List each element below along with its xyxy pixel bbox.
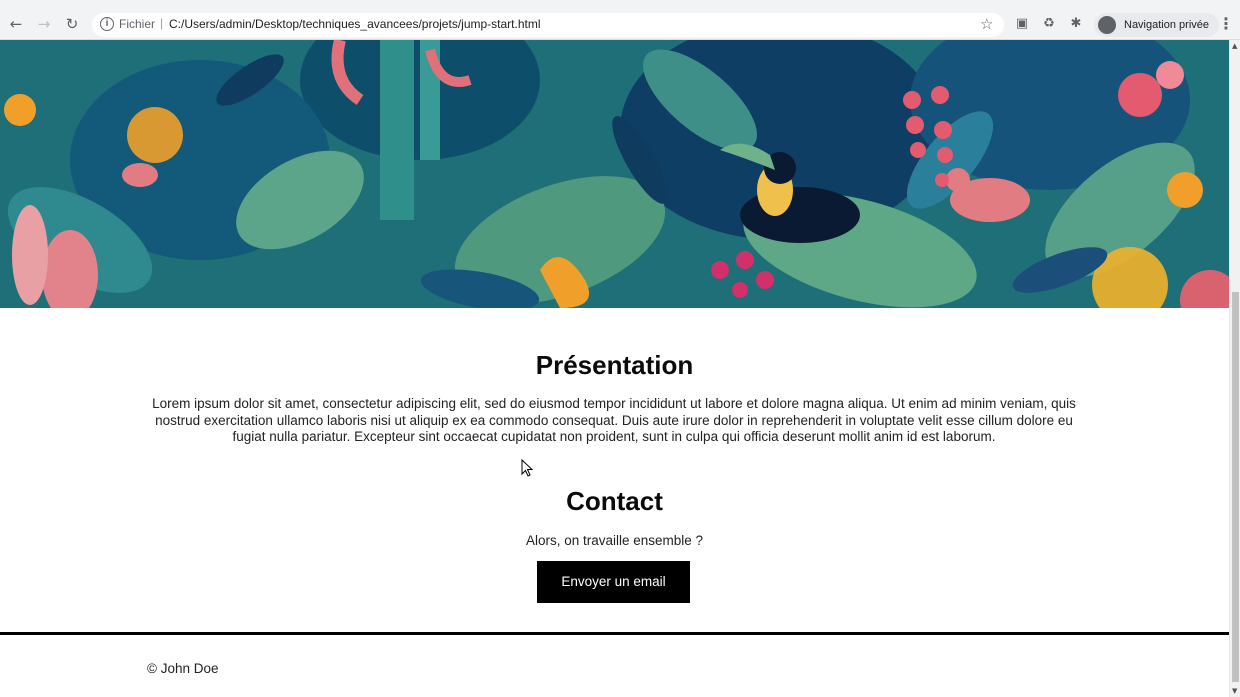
- recycle-icon[interactable]: ♻: [1041, 16, 1057, 32]
- scroll-up-icon[interactable]: ▲: [1232, 42, 1237, 50]
- jungle-artwork: [0, 40, 1229, 308]
- star-icon[interactable]: ☆: [980, 15, 993, 33]
- forward-icon[interactable]: →: [34, 14, 54, 34]
- scroll-thumb[interactable]: [1232, 292, 1239, 682]
- contact-title: Contact: [566, 486, 663, 516]
- url-scheme-label: Fichier: [119, 17, 156, 31]
- browser-toolbar: ← → ↻ i Fichier | C:/Users/admin/Desktop…: [0, 0, 1240, 40]
- page-viewport: Présentation Lorem ipsum dolor sit amet,…: [0, 40, 1229, 697]
- url-text[interactable]: C:/Users/admin/Desktop/techniques_avance…: [169, 17, 541, 31]
- reload-icon[interactable]: ↻: [62, 14, 82, 34]
- mouse-cursor-icon: [521, 459, 534, 477]
- contact-subtitle: Alors, on travaille ensemble ?: [525, 533, 704, 548]
- back-icon[interactable]: ←: [6, 14, 26, 34]
- footer-copyright: © John Doe: [147, 661, 219, 676]
- address-bar[interactable]: i Fichier | C:/Users/admin/Desktop/techn…: [92, 13, 1004, 37]
- presentation-body: Lorem ipsum dolor sit amet, consectetur …: [152, 396, 1076, 444]
- kebab-icon[interactable]: ⋮: [1218, 14, 1234, 33]
- incognito-badge[interactable]: Navigation privée: [1094, 13, 1219, 37]
- scroll-down-icon[interactable]: ▼: [1232, 687, 1237, 695]
- incognito-icon: [1098, 16, 1116, 34]
- incognito-label: Navigation privée: [1124, 19, 1209, 31]
- page-scrollbar[interactable]: ▲ ▼: [1229, 40, 1240, 697]
- puzzle-icon[interactable]: ✱: [1068, 16, 1084, 32]
- hero-jungle-illustration: [0, 40, 1229, 308]
- camera-icon[interactable]: ▣: [1014, 16, 1030, 32]
- presentation-title: Présentation: [535, 350, 694, 380]
- send-email-button[interactable]: Envoyer un email: [537, 561, 690, 603]
- info-icon[interactable]: i: [100, 17, 114, 31]
- footer-divider: [0, 632, 1229, 635]
- url-separator: |: [160, 16, 164, 30]
